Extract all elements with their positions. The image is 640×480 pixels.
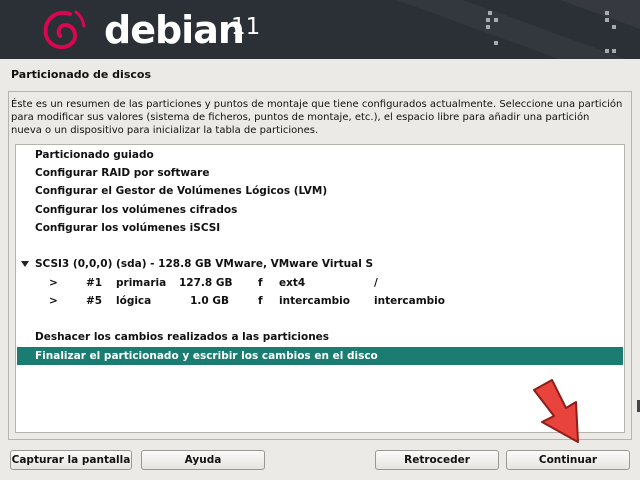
menu-item-undo-changes[interactable]: Deshacer los cambios realizados a las pa… — [17, 328, 623, 346]
menu-item-label: Particionado guiado — [35, 149, 154, 161]
debian-swirl-icon — [43, 10, 86, 50]
page-title: Particionado de discos — [11, 68, 151, 81]
partition-flag: f — [258, 277, 263, 289]
partition-filesystem: intercambio — [279, 295, 350, 307]
continue-button[interactable]: Continuar — [506, 450, 630, 470]
debian-version: 11 — [231, 14, 261, 40]
partition-row-5[interactable]: > #5 lógica 1.0 GB f intercambio interca… — [17, 292, 623, 310]
menu-item-label: Configurar el Gestor de Volúmenes Lógico… — [35, 185, 328, 197]
screenshot-button[interactable]: Capturar la pantalla — [10, 450, 132, 470]
partition-type: primaria — [116, 277, 167, 289]
disk-label: SCSI3 (0,0,0) (sda) - 128.8 GB VMware, V… — [35, 258, 374, 270]
menu-item-software-raid[interactable]: Configurar RAID por software — [17, 164, 623, 182]
partition-size: 1.0 GB — [190, 295, 229, 307]
back-button[interactable]: Retroceder — [375, 450, 499, 470]
menu-item-label: Configurar los volúmenes cifrados — [35, 204, 238, 216]
menu-item-encrypted-volumes[interactable]: Configurar los volúmenes cifrados — [17, 201, 623, 219]
menu-item-label: Configurar RAID por software — [35, 167, 210, 179]
help-button[interactable]: Ayuda — [141, 450, 265, 470]
partition-mountpoint: intercambio — [374, 295, 445, 307]
partition-filesystem: ext4 — [279, 277, 306, 289]
partition-arrow: > — [49, 295, 58, 307]
partition-row-1[interactable]: > #1 primaria 127.8 GB f ext4 / — [17, 274, 623, 292]
triangle-down-icon — [21, 261, 29, 267]
red-arrow-icon — [533, 379, 579, 443]
menu-item-label: Configurar los volúmenes iSCSI — [35, 222, 221, 234]
description-text: Éste es un resumen de las particiones y … — [11, 99, 623, 136]
banner-stripes — [360, 0, 640, 59]
partition-size: 127.8 GB — [179, 277, 233, 289]
partition-number: #5 — [86, 295, 103, 307]
menu-item-label: Finalizar el particionado y escribir los… — [35, 350, 378, 362]
menu-item-label: Deshacer los cambios realizados a las pa… — [35, 331, 330, 343]
partition-arrow: > — [49, 277, 58, 289]
menu-item-iscsi-volumes[interactable]: Configurar los volúmenes iSCSI — [17, 219, 623, 237]
partition-flag: f — [258, 295, 263, 307]
debian-banner: debian 11 — [0, 0, 640, 59]
disk-row-sda[interactable]: SCSI3 (0,0,0) (sda) - 128.8 GB VMware, V… — [17, 255, 623, 273]
partition-number: #1 — [86, 277, 103, 289]
partition-type: lógica — [116, 295, 152, 307]
menu-item-guided-partitioning[interactable]: Particionado guiado — [17, 146, 623, 164]
partition-mountpoint: / — [374, 277, 378, 289]
debian-wordmark: debian — [104, 8, 245, 52]
menu-item-lvm[interactable]: Configurar el Gestor de Volúmenes Lógico… — [17, 182, 623, 200]
menu-item-finish-partitioning[interactable]: Finalizar el particionado y escribir los… — [17, 347, 623, 365]
